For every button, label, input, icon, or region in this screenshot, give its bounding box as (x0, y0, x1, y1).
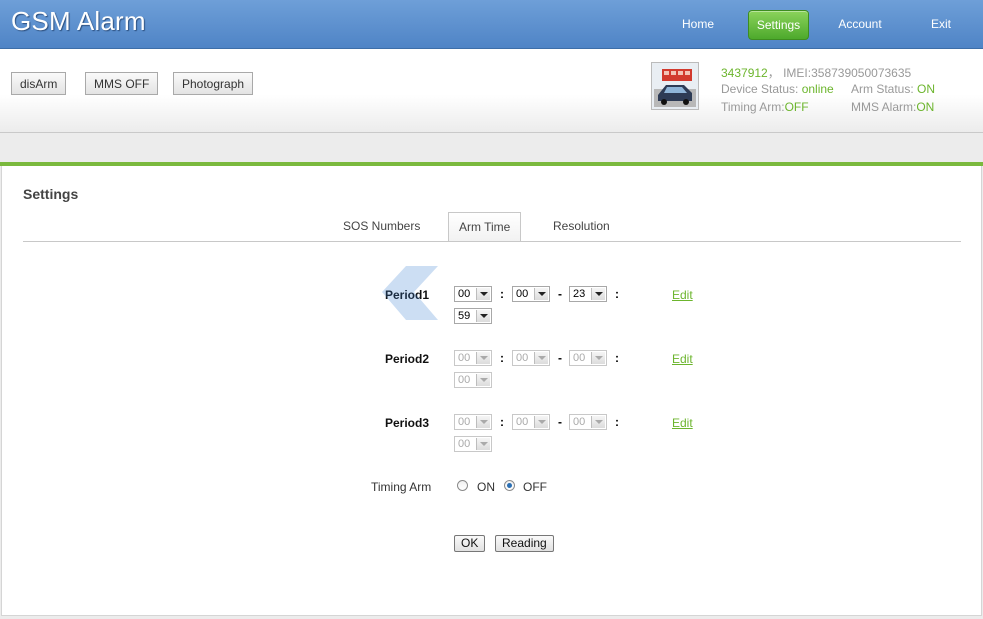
period2-edit-link[interactable]: Edit (672, 352, 693, 366)
period1-label: Period1 (385, 288, 430, 302)
tab-resolution[interactable]: Resolution (553, 212, 610, 241)
timing-arm-status-value: OFF (784, 100, 809, 114)
device-id-separator: ， (767, 66, 780, 80)
select-value: 00 (573, 352, 586, 364)
mms-off-button[interactable]: MMS OFF (85, 72, 159, 95)
car-alarm-icon (652, 63, 698, 109)
time-separator: : (615, 415, 619, 429)
timing-arm-off-label: OFF (523, 480, 547, 494)
period1-end-hour-select[interactable]: 23 (569, 286, 607, 302)
select-value: 00 (458, 374, 471, 386)
device-id-line: 3437912， IMEI:358739050073635 (721, 64, 911, 81)
period2-start-minute-select[interactable]: 00 (512, 350, 550, 366)
range-separator: - (558, 415, 562, 429)
time-separator: : (615, 351, 619, 365)
select-value: 00 (458, 438, 471, 450)
select-value: 00 (516, 416, 529, 428)
period1-edit-link[interactable]: Edit (672, 288, 693, 302)
select-value: 00 (516, 352, 529, 364)
nav-home[interactable]: Home (672, 10, 724, 38)
header-bar: GSM Alarm Home Settings Account Exit (0, 0, 983, 49)
chevron-down-icon (534, 288, 548, 300)
device-status-line: Device Status: online (721, 82, 834, 96)
period3-edit-link[interactable]: Edit (672, 416, 693, 430)
arm-status-value: ON (917, 82, 936, 96)
chevron-down-icon (476, 438, 490, 450)
device-id: 3437912 (721, 66, 768, 80)
panel-title: Settings (23, 186, 79, 202)
app-title: GSM Alarm (11, 6, 146, 36)
timing-arm-off-radio[interactable] (504, 480, 515, 491)
timing-arm-status-line: Timing Arm:OFF (721, 100, 809, 114)
select-value: 59 (458, 310, 471, 322)
select-value: 00 (458, 352, 471, 364)
arm-status-label: Arm Status: (851, 82, 918, 96)
period2-end-hour-select[interactable]: 00 (569, 350, 607, 366)
tab-sos-numbers[interactable]: SOS Numbers (343, 212, 420, 241)
period3-start-hour-select[interactable]: 00 (454, 414, 492, 430)
period3-end-hour-select[interactable]: 00 (569, 414, 607, 430)
device-status-label: Device Status: (721, 82, 802, 96)
nav-settings[interactable]: Settings (748, 10, 809, 40)
timing-arm-status-label: Timing Arm: (721, 100, 785, 114)
chevron-down-icon (476, 374, 490, 386)
chevron-down-icon (591, 416, 605, 428)
time-separator: : (500, 415, 504, 429)
period2-end-minute-select[interactable]: 00 (454, 372, 492, 388)
mms-alarm-label: MMS Alarm: (851, 100, 917, 114)
time-separator: : (500, 287, 504, 301)
disarm-button[interactable]: disArm (11, 72, 67, 95)
ok-button[interactable]: OK (454, 535, 486, 552)
period3-start-minute-select[interactable]: 00 (512, 414, 550, 430)
select-value: 00 (516, 288, 529, 300)
settings-panel: Settings SOS Numbers Arm Time Resolution… (1, 166, 982, 616)
timing-arm-on-label: ON (477, 480, 495, 494)
tab-underline (23, 241, 961, 242)
chevron-down-icon (591, 352, 605, 364)
range-separator: - (558, 351, 562, 365)
period1-start-hour-select[interactable]: 00 (454, 286, 492, 302)
imei-value: 358739050073635 (811, 66, 912, 80)
nav-account[interactable]: Account (829, 10, 891, 38)
period2-label: Period2 (385, 352, 430, 366)
timing-arm-on-radio[interactable] (457, 480, 468, 491)
tab-arm-time[interactable]: Arm Time (448, 212, 522, 242)
chevron-down-icon (476, 416, 490, 428)
select-value: 00 (458, 416, 471, 428)
select-value: 23 (573, 288, 586, 300)
chevron-down-icon (534, 416, 548, 428)
device-status-value: online (801, 82, 834, 96)
period1-end-minute-select[interactable]: 59 (454, 308, 492, 324)
reading-button[interactable]: Reading (495, 535, 554, 552)
chevron-down-icon (476, 352, 490, 364)
time-separator: : (500, 351, 504, 365)
mms-alarm-line: MMS Alarm:ON (851, 100, 934, 114)
select-value: 00 (458, 288, 471, 300)
period1-start-minute-select[interactable]: 00 (512, 286, 550, 302)
photograph-button[interactable]: Photograph (173, 72, 254, 95)
timing-arm-label: Timing Arm (371, 480, 432, 494)
arm-status-line: Arm Status: ON (851, 82, 935, 96)
period2-start-hour-select[interactable]: 00 (454, 350, 492, 366)
period3-label: Period3 (385, 416, 430, 430)
device-image (651, 62, 699, 110)
nav-exit[interactable]: Exit (922, 10, 960, 38)
select-value: 00 (573, 416, 586, 428)
chevron-down-icon (476, 288, 490, 300)
chevron-down-icon (591, 288, 605, 300)
chevron-down-icon (534, 352, 548, 364)
imei-label: IMEI: (783, 66, 812, 80)
chevron-down-icon (476, 310, 490, 322)
time-separator: : (615, 287, 619, 301)
device-toolbar: disArm MMS OFF Photograph 3437912， IMEI:… (0, 49, 983, 133)
period3-end-minute-select[interactable]: 00 (454, 436, 492, 452)
mms-alarm-value: ON (916, 100, 935, 114)
range-separator: - (558, 287, 562, 301)
